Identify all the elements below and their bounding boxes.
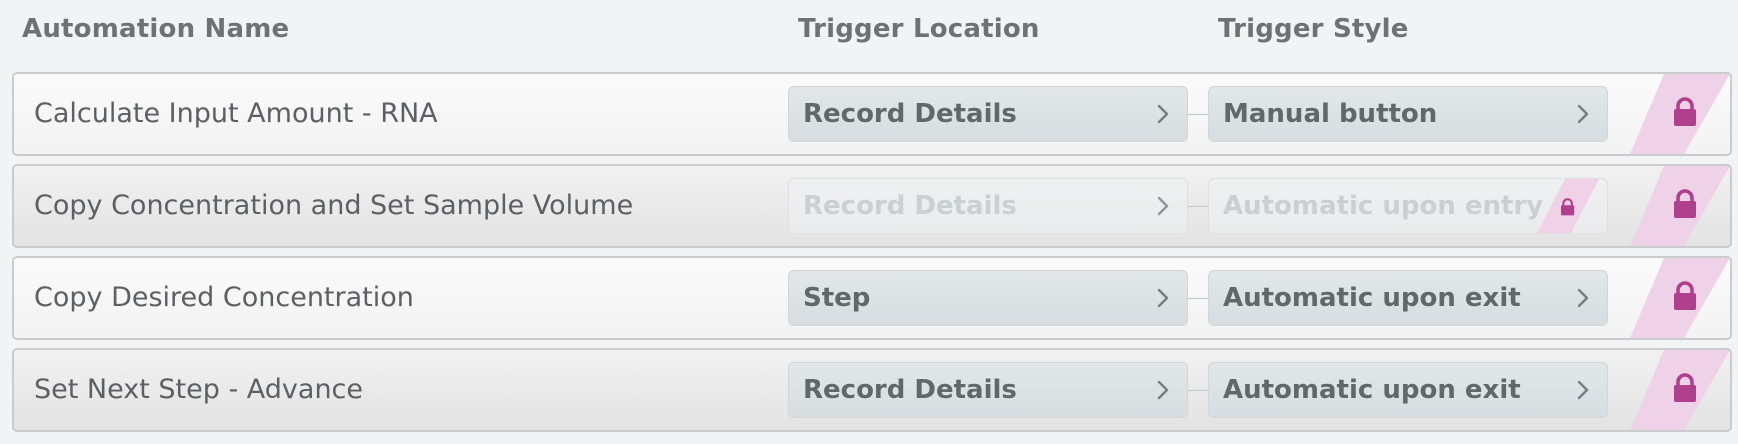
automation-row: Set Next Step - Advance Record Details A… [12,348,1732,432]
trigger-location-value: Record Details [803,99,1017,129]
trigger-style-select[interactable]: Manual button [1208,86,1608,142]
lock-icon [1630,350,1730,430]
trigger-location-value: Record Details [803,191,1017,221]
trigger-style-value: Manual button [1223,99,1438,129]
trigger-style-value: Automatic upon exit [1223,283,1521,313]
lock-icon [1537,179,1599,233]
trigger-location-value: Record Details [803,375,1017,405]
lock-icon [1630,166,1730,246]
connector-line [1188,114,1208,115]
column-header-trigger-style: Trigger Style [1218,14,1409,44]
automation-list: Calculate Input Amount - RNA Record Deta… [12,72,1732,440]
connector-line [1188,298,1208,299]
automation-name: Calculate Input Amount - RNA [34,98,438,129]
trigger-style-select[interactable]: Automatic upon exit [1208,270,1608,326]
automation-name: Set Next Step - Advance [34,374,364,405]
automation-row: Calculate Input Amount - RNA Record Deta… [12,72,1732,156]
trigger-location-value: Step [803,283,871,313]
automation-name: Copy Concentration and Set Sample Volume [34,190,634,221]
chevron-right-icon [1157,288,1169,308]
trigger-location-select[interactable]: Step [788,270,1188,326]
column-header-automation-name: Automation Name [22,14,290,44]
automation-row: Copy Desired Concentration Step Automati… [12,256,1732,340]
chevron-right-icon [1577,380,1589,400]
trigger-style-value: Automatic upon entry [1223,191,1544,221]
connector-line [1188,206,1208,207]
automation-row: Copy Concentration and Set Sample Volume… [12,164,1732,248]
trigger-style-value: Automatic upon exit [1223,375,1521,405]
trigger-location-select[interactable]: Record Details [788,86,1188,142]
table-header: Automation Name Trigger Location Trigger… [0,14,1738,46]
chevron-right-icon [1577,104,1589,124]
lock-icon [1630,74,1730,154]
trigger-location-select[interactable]: Record Details [788,362,1188,418]
chevron-right-icon [1157,196,1169,216]
automation-name: Copy Desired Concentration [34,282,414,313]
chevron-right-icon [1157,104,1169,124]
column-header-trigger-location: Trigger Location [798,14,1040,44]
trigger-style-select[interactable]: Automatic upon exit [1208,362,1608,418]
lock-icon [1630,258,1730,338]
chevron-right-icon [1577,288,1589,308]
connector-line [1188,390,1208,391]
trigger-style-select: Automatic upon entry [1208,178,1608,234]
trigger-location-select: Record Details [788,178,1188,234]
chevron-right-icon [1157,380,1169,400]
